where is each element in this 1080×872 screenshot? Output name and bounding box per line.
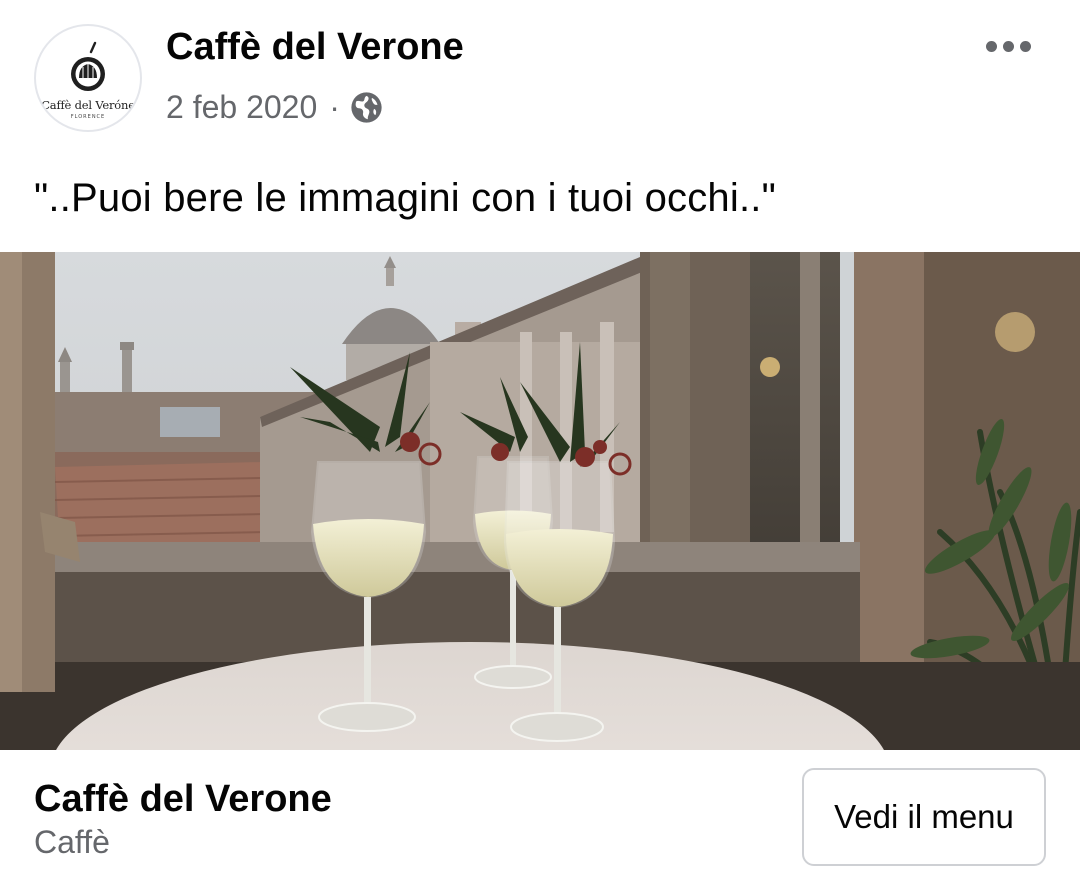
footer-page-name[interactable]: Caffè del Verone	[34, 778, 332, 821]
meta-separator: ·	[329, 88, 340, 125]
post-date[interactable]: 2 feb 2020	[166, 89, 317, 126]
globe-icon[interactable]	[350, 91, 383, 124]
view-menu-button[interactable]: Vedi il menu	[802, 768, 1046, 866]
photo-image	[0, 252, 1080, 750]
logo-text: Caffè del Veróne	[41, 98, 135, 112]
more-dot	[985, 40, 997, 52]
post-photo[interactable]	[0, 252, 1080, 750]
footer-category: Caffè	[34, 824, 110, 860]
post-text: "..Puoi bere le immagini con i tuoi occh…	[34, 176, 776, 220]
post-meta: 2 feb 2020 ·	[166, 86, 383, 128]
more-dot	[1019, 40, 1031, 52]
more-options-icon[interactable]	[976, 28, 1040, 64]
more-dot	[1002, 40, 1014, 52]
page-avatar[interactable]: Caffè del Veróne FLORENCE	[34, 24, 142, 132]
post-author-name[interactable]: Caffè del Verone	[166, 26, 464, 69]
logo-subtext: FLORENCE	[70, 114, 106, 120]
